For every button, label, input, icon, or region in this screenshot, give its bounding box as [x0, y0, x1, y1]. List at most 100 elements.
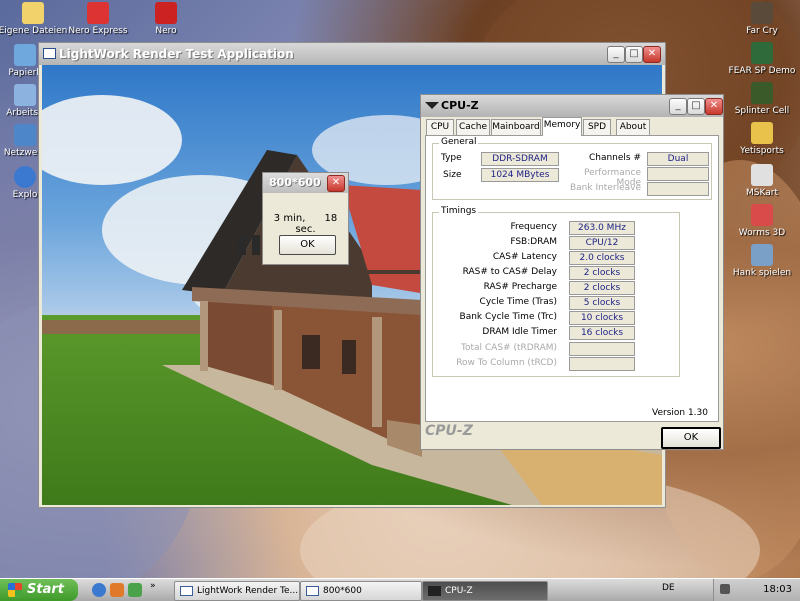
desktop-icon-far-cry[interactable]: Far Cry	[727, 2, 797, 36]
performance-mode-value	[647, 167, 709, 181]
desktop-icon-label: Hank spielen	[732, 268, 792, 278]
minimize-button[interactable]: _	[669, 98, 687, 115]
tab-cpu[interactable]: CPU	[426, 119, 454, 135]
version-label: Version 1.30	[652, 408, 708, 418]
desktop-icon-splinter-cell[interactable]: Splinter Cell	[727, 82, 797, 116]
language-indicator[interactable]: DE	[662, 583, 675, 593]
folder-icon	[22, 2, 44, 24]
maximize-button[interactable]: □	[625, 46, 643, 63]
desktop-icon-label: MSKart	[746, 188, 778, 198]
nero-icon	[155, 2, 177, 24]
minimize-button[interactable]: _	[607, 46, 625, 63]
maximize-button[interactable]: □	[687, 98, 705, 115]
tab-mainboard[interactable]: Mainboard	[491, 119, 541, 135]
ras-precharge-value: 2 clocks	[569, 281, 635, 295]
close-button[interactable]: ✕	[705, 98, 723, 115]
quicklaunch-media-icon[interactable]	[110, 583, 124, 597]
desktop-icon-hank-spielen[interactable]: Hank spielen	[727, 244, 797, 278]
desktop-icon-label: Splinter Cell	[734, 106, 790, 116]
taskbar-item-label: LightWork Render Te...	[197, 586, 299, 596]
desktop-icon-eigene-dateien[interactable]: Eigene Dateien	[0, 2, 68, 36]
desktop-icon-mskart[interactable]: MSKart	[727, 164, 797, 198]
desktop-icon-yetisports[interactable]: Yetisports	[727, 122, 797, 156]
far-cry-icon	[751, 2, 773, 24]
tab-about[interactable]: About	[616, 119, 650, 135]
window-icon	[306, 585, 319, 596]
worms-icon	[751, 204, 773, 226]
render-time-message: 3 min, 18 sec.	[263, 213, 348, 235]
window-icon	[180, 585, 193, 596]
quicklaunch-desktop-icon[interactable]	[128, 583, 142, 597]
dialog-title-bar[interactable]: 800*600 ✕	[263, 173, 348, 193]
fsb-dram-value: CPU/12	[569, 236, 635, 250]
size-label: Size	[443, 170, 462, 180]
close-button[interactable]: ✕	[327, 175, 345, 192]
ras-precharge-label: RAS# Precharge	[483, 282, 557, 292]
group-label: Timings	[439, 206, 479, 216]
cpuz-ok-button[interactable]: OK	[661, 427, 721, 449]
cycle-time-value: 5 clocks	[569, 296, 635, 310]
system-tray: DE 18:03	[662, 579, 800, 601]
cycle-time-label: Cycle Time (Tras)	[479, 297, 557, 307]
dram-idle-timer-label: DRAM Idle Timer	[482, 327, 557, 337]
desktop-icon-label: FEAR SP Demo	[728, 66, 796, 76]
cas-latency-value: 2.0 clocks	[569, 251, 635, 265]
bank-cycle-time-label: Bank Cycle Time (Trc)	[459, 312, 557, 322]
ras-to-cas-label: RAS# to CAS# Delay	[462, 267, 557, 277]
desktop-icon-label: Yetisports	[740, 146, 784, 156]
clock[interactable]: 18:03	[763, 584, 792, 595]
desktop-icon-label: Worms 3D	[738, 228, 786, 238]
tab-memory[interactable]: Memory	[542, 117, 582, 136]
timings-group: Timings Frequency 263.0 MHz FSB:DRAM CPU…	[432, 206, 680, 377]
internet-explorer-icon	[14, 166, 36, 188]
lightwork-title-bar[interactable]: LightWork Render Test Application _ □ ✕	[39, 43, 665, 65]
group-label: General	[439, 137, 479, 147]
desktop-icon-fear[interactable]: FEAR SP Demo	[727, 42, 797, 76]
cpuz-logo-icon	[425, 102, 439, 109]
quicklaunch-expand-icon[interactable]: »	[150, 581, 156, 591]
dialog-ok-button[interactable]: OK	[279, 235, 336, 255]
desktop-icon-label: Nero Express	[68, 26, 128, 36]
close-button[interactable]: ✕	[643, 46, 661, 63]
frequency-label: Frequency	[510, 222, 558, 232]
channels-label: Channels #	[588, 153, 641, 163]
tab-spd[interactable]: SPD	[583, 119, 611, 135]
render-time-minutes: 3 min,	[273, 213, 306, 224]
size-value: 1024 MBytes	[481, 168, 559, 182]
window-title: LightWork Render Test Application	[59, 47, 294, 61]
general-group: General Type DDR-SDRAM Size 1024 MBytes …	[432, 137, 712, 200]
bank-interleave-value	[647, 182, 709, 196]
mskart-icon	[751, 164, 773, 186]
hank-icon	[751, 244, 773, 266]
bank-interleave-label: Bank Interleave	[569, 183, 641, 193]
desktop-icon-label: Nero	[155, 26, 177, 36]
desktop-icon-label: Eigene Dateien	[0, 26, 68, 36]
start-button[interactable]: Start	[0, 579, 78, 601]
taskbar: Start » LightWork Render Te... 800*600 C…	[0, 578, 800, 601]
type-value: DDR-SDRAM	[481, 152, 559, 166]
tab-cache[interactable]: Cache	[456, 119, 490, 135]
dialog-title: 800*600	[269, 176, 321, 189]
splinter-cell-icon	[751, 82, 773, 104]
bank-cycle-time-value: 10 clocks	[569, 311, 635, 325]
desktop-icon-nero[interactable]: Nero	[131, 2, 201, 36]
type-label: Type	[441, 153, 462, 163]
volume-icon[interactable]	[720, 584, 730, 594]
cpuz-window: CPU-Z _ □ ✕ CPU Cache Mainboard Memory S…	[420, 94, 724, 450]
desktop-icon-worms-3d[interactable]: Worms 3D	[727, 204, 797, 238]
taskbar-item-label: 800*600	[323, 586, 362, 596]
desktop-icon-nero-express[interactable]: Nero Express	[63, 2, 133, 36]
yetisports-icon	[751, 122, 773, 144]
windows-flag-icon	[8, 583, 22, 597]
quicklaunch-ie-icon[interactable]	[92, 583, 106, 597]
start-label: Start	[27, 582, 64, 597]
taskbar-item-cpuz[interactable]: CPU-Z	[422, 581, 548, 601]
taskbar-item-lightwork[interactable]: LightWork Render Te...	[174, 581, 300, 601]
computer-icon	[14, 84, 36, 106]
total-cas-value	[569, 342, 635, 356]
app-window-icon	[43, 48, 56, 59]
network-icon	[14, 124, 36, 146]
row-to-column-value	[569, 357, 635, 371]
cpuz-title-bar[interactable]: CPU-Z _ □ ✕	[421, 95, 723, 117]
taskbar-item-800x600[interactable]: 800*600	[300, 581, 422, 601]
